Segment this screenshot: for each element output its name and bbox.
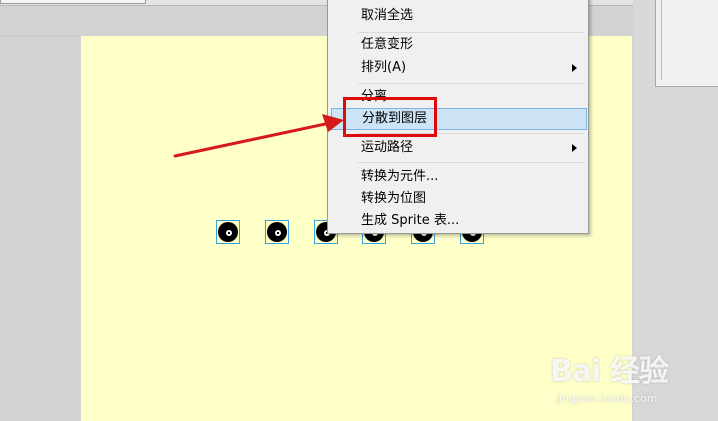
black-circle-symbol-icon bbox=[218, 222, 238, 242]
highlight-box bbox=[343, 97, 437, 137]
menu-item-label: 生成 Sprite 表... bbox=[361, 213, 460, 228]
menu-separator bbox=[358, 83, 584, 84]
menu-item-generate-sprite-sheet[interactable]: 生成 Sprite 表... bbox=[331, 210, 587, 232]
menu-item-label: 取消全选 bbox=[361, 8, 414, 23]
menu-item-convert-to-symbol[interactable]: 转换为元件... bbox=[331, 166, 587, 188]
center-dot-icon bbox=[275, 230, 281, 236]
menu-item-deselect-all[interactable]: 取消全选 bbox=[331, 5, 587, 27]
menu-item-label: 运动路径 bbox=[361, 140, 414, 155]
baidu-watermark-logo: Bai 经验 bbox=[550, 354, 669, 389]
menu-item-convert-to-bitmap[interactable]: 转换为位图 bbox=[331, 188, 587, 210]
menu-item-free-transform[interactable]: 任意变形 bbox=[331, 34, 587, 56]
menu-item-motion-path[interactable]: 运动路径 bbox=[331, 137, 587, 159]
black-circle-symbol-icon bbox=[267, 222, 287, 242]
menu-separator bbox=[358, 32, 584, 33]
menu-item-label: 排列(A) bbox=[361, 60, 407, 75]
center-dot-icon bbox=[226, 230, 232, 236]
menu-item-label: 转换为元件... bbox=[361, 169, 439, 184]
right-panel-divider bbox=[661, 0, 662, 80]
submenu-arrow-icon bbox=[572, 144, 577, 152]
menu-item-label: 任意变形 bbox=[361, 37, 414, 52]
menu-item-label: 转换为位图 bbox=[361, 191, 427, 206]
right-panel-box bbox=[655, 0, 718, 87]
document-tab[interactable] bbox=[0, 0, 146, 4]
menu-separator bbox=[358, 162, 584, 163]
symbol-instance-2[interactable] bbox=[265, 220, 289, 244]
submenu-arrow-icon bbox=[572, 64, 577, 72]
menu-item-arrange[interactable]: 排列(A) bbox=[331, 57, 587, 79]
symbol-instance-1[interactable] bbox=[216, 220, 240, 244]
watermark-url: jingyan.baidu.com bbox=[556, 392, 658, 405]
